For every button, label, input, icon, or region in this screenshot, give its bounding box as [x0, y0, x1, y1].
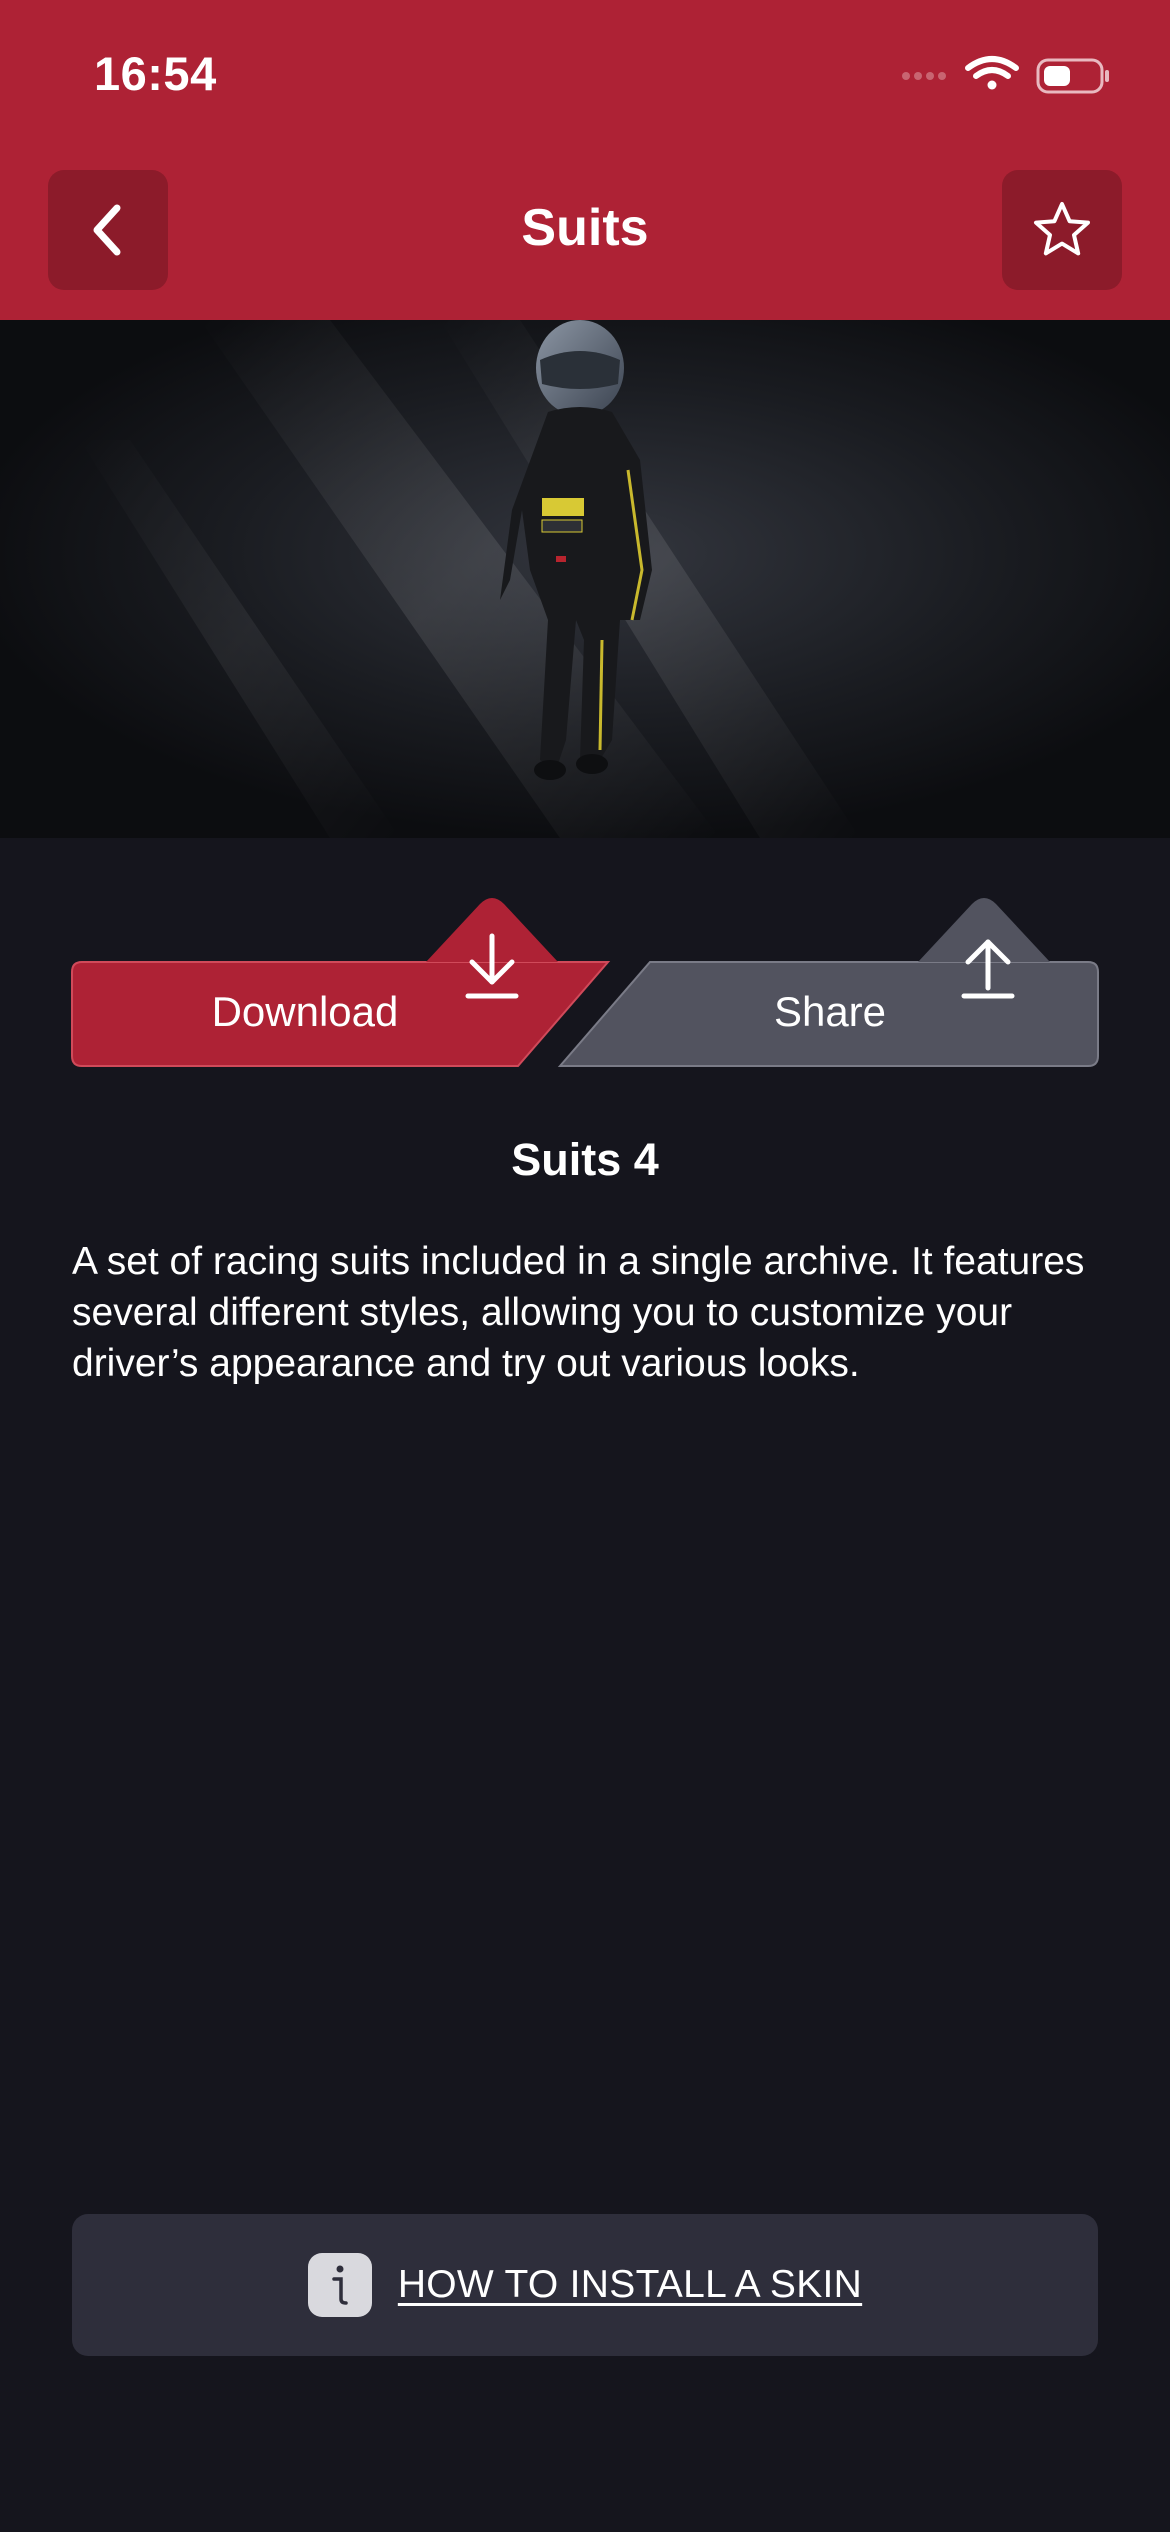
how-to-install-link[interactable]: HOW TO INSTALL A SKIN: [398, 2263, 862, 2307]
share-button[interactable]: [560, 896, 1100, 1076]
suit-preview-image: [0, 320, 1170, 838]
racing-suit-illustration: [0, 320, 1170, 838]
status-time: 16:54: [94, 47, 217, 100]
cellular-signal-icon: [902, 72, 946, 80]
battery-icon: [1036, 58, 1109, 94]
favorite-button[interactable]: [1002, 170, 1122, 290]
star-outline-icon: [1034, 202, 1090, 256]
download-button[interactable]: [70, 896, 610, 1076]
status-icons: [902, 56, 1109, 94]
app-screen: 16:54 Suits Download Share Suits 4 A set…: [0, 0, 1170, 2532]
info-icon: [307, 2253, 372, 2317]
wifi-icon: [965, 56, 1019, 90]
top-app-bar: 16:54 Suits: [0, 0, 1170, 320]
how-to-install-button[interactable]: HOW TO INSTALL A SKIN: [72, 2214, 1098, 2356]
item-title: Suits 4: [511, 1134, 659, 1185]
page-title: Suits: [521, 199, 649, 257]
item-description: A set of racing suits included in a sing…: [72, 1240, 1085, 1385]
action-buttons: Download Share: [70, 896, 1100, 1076]
